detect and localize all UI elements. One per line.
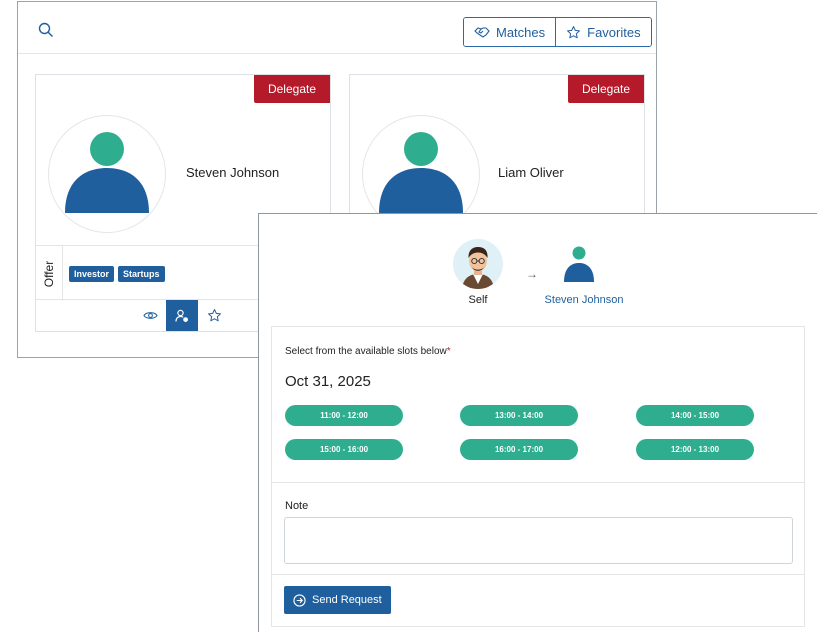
user-avatar-icon bbox=[462, 246, 494, 289]
slots-panel: Select from the available slots below* O… bbox=[271, 326, 805, 482]
favorites-button[interactable]: Favorites bbox=[555, 18, 651, 46]
target-name-link[interactable]: Steven Johnson bbox=[529, 294, 639, 306]
toolbar: Matches Favorites bbox=[18, 2, 656, 54]
view-profile-button[interactable] bbox=[134, 300, 166, 331]
user-schedule-icon bbox=[175, 309, 188, 322]
send-request-button[interactable]: Send Request bbox=[284, 586, 391, 614]
arrow-right-icon: → bbox=[526, 267, 538, 281]
target-avatar-icon bbox=[564, 246, 594, 282]
favorite-button[interactable] bbox=[198, 300, 230, 331]
matches-label: Matches bbox=[496, 24, 546, 40]
time-slot[interactable]: 12:00 - 13:00 bbox=[636, 439, 754, 460]
required-mark: * bbox=[446, 346, 451, 357]
star-icon bbox=[207, 309, 221, 322]
matches-button[interactable]: Matches bbox=[464, 18, 556, 46]
eye-icon bbox=[142, 312, 158, 319]
meeting-request-modal: Self → Steven Johnson Select from the av… bbox=[258, 213, 817, 632]
request-flow: Self → Steven Johnson bbox=[259, 214, 816, 324]
star-icon bbox=[567, 25, 581, 38]
time-slot[interactable]: 13:00 - 14:00 bbox=[460, 405, 578, 426]
person-name[interactable]: Steven Johnson bbox=[186, 165, 279, 180]
note-textarea[interactable] bbox=[284, 517, 793, 564]
favorites-label: Favorites bbox=[587, 24, 641, 40]
tag-investor: Investor bbox=[69, 266, 115, 282]
tag-startups: Startups bbox=[118, 266, 165, 282]
time-slot[interactable]: 14:00 - 15:00 bbox=[636, 405, 754, 426]
arrow-circle-right-icon bbox=[293, 593, 306, 607]
time-slot[interactable]: 15:00 - 16:00 bbox=[285, 439, 403, 460]
slots-date: Oct 31, 2025 bbox=[285, 373, 371, 390]
request-meeting-button[interactable] bbox=[166, 300, 198, 331]
send-request-label: Send Request bbox=[312, 594, 382, 606]
view-toggle-group: Matches Favorites bbox=[463, 17, 652, 47]
delegate-button[interactable]: Delegate bbox=[254, 75, 330, 103]
offer-label: Offer bbox=[42, 260, 56, 287]
note-label: Note bbox=[285, 500, 309, 512]
self-avatar bbox=[453, 239, 503, 289]
send-panel: Send Request bbox=[271, 575, 805, 627]
slots-title: Select from the available slots below* bbox=[285, 346, 451, 357]
time-slot[interactable]: 11:00 - 12:00 bbox=[285, 405, 403, 426]
tag-list: Investor Startups bbox=[69, 266, 165, 282]
avatar bbox=[48, 115, 166, 233]
search-icon[interactable] bbox=[38, 22, 54, 38]
note-panel: Note bbox=[271, 482, 805, 575]
user-avatar-icon bbox=[65, 132, 149, 213]
self-label: Self bbox=[468, 294, 488, 306]
delegate-button[interactable]: Delegate bbox=[568, 75, 644, 103]
slots-title-text: Select from the available slots below bbox=[285, 346, 447, 357]
person-name[interactable]: Liam Oliver bbox=[498, 165, 564, 180]
handshake-icon bbox=[474, 27, 490, 38]
time-slot[interactable]: 16:00 - 17:00 bbox=[460, 439, 578, 460]
